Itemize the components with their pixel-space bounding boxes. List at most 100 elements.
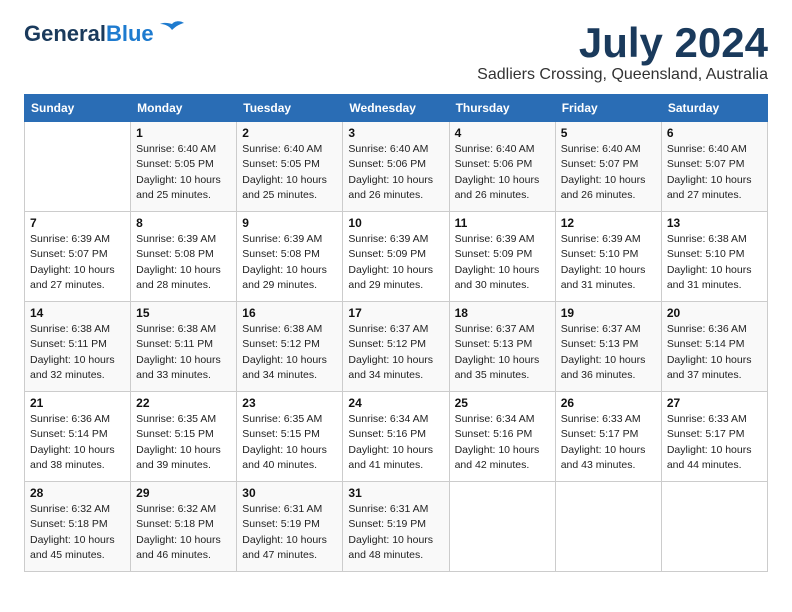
day-info: Sunrise: 6:38 AM Sunset: 5:12 PM Dayligh… <box>242 322 337 383</box>
weekday-header-sunday: Sunday <box>25 95 131 122</box>
weekday-header-thursday: Thursday <box>449 95 555 122</box>
calendar-cell: 19 Sunrise: 6:37 AM Sunset: 5:13 PM Dayli… <box>555 302 661 392</box>
calendar-cell: 24 Sunrise: 6:34 AM Sunset: 5:16 PM Dayli… <box>343 392 449 482</box>
day-number: 21 <box>30 396 125 410</box>
day-info: Sunrise: 6:38 AM Sunset: 5:11 PM Dayligh… <box>136 322 231 383</box>
calendar-cell: 28 Sunrise: 6:32 AM Sunset: 5:18 PM Dayli… <box>25 482 131 572</box>
day-info: Sunrise: 6:35 AM Sunset: 5:15 PM Dayligh… <box>242 412 337 473</box>
day-info: Sunrise: 6:40 AM Sunset: 5:07 PM Dayligh… <box>667 142 762 203</box>
calendar-cell: 10Sunrise: 6:39 AM Sunset: 5:09 PM Dayli… <box>343 212 449 302</box>
month-title: July 2024 <box>477 20 768 66</box>
calendar-cell: 27 Sunrise: 6:33 AM Sunset: 5:17 PM Dayli… <box>661 392 767 482</box>
weekday-header-monday: Monday <box>131 95 237 122</box>
day-info: Sunrise: 6:35 AM Sunset: 5:15 PM Dayligh… <box>136 412 231 473</box>
day-number: 13 <box>667 216 762 230</box>
weekday-header-wednesday: Wednesday <box>343 95 449 122</box>
day-info: Sunrise: 6:37 AM Sunset: 5:13 PM Dayligh… <box>455 322 550 383</box>
page-header: GeneralBlue July 2024 Sadliers Crossing,… <box>24 20 768 84</box>
calendar-cell: 14Sunrise: 6:38 AM Sunset: 5:11 PM Dayli… <box>25 302 131 392</box>
calendar-week-row: 1Sunrise: 6:40 AM Sunset: 5:05 PM Daylig… <box>25 122 768 212</box>
day-info: Sunrise: 6:40 AM Sunset: 5:07 PM Dayligh… <box>561 142 656 203</box>
weekday-header-row: SundayMondayTuesdayWednesdayThursdayFrid… <box>25 95 768 122</box>
day-info: Sunrise: 6:37 AM Sunset: 5:13 PM Dayligh… <box>561 322 656 383</box>
weekday-header-friday: Friday <box>555 95 661 122</box>
logo-bird-icon <box>158 20 186 48</box>
day-number: 25 <box>455 396 550 410</box>
day-info: Sunrise: 6:39 AM Sunset: 5:08 PM Dayligh… <box>136 232 231 293</box>
day-number: 30 <box>242 486 337 500</box>
calendar-cell: 13 Sunrise: 6:38 AM Sunset: 5:10 PM Dayli… <box>661 212 767 302</box>
calendar-cell: 23 Sunrise: 6:35 AM Sunset: 5:15 PM Dayli… <box>237 392 343 482</box>
calendar-cell: 21Sunrise: 6:36 AM Sunset: 5:14 PM Dayli… <box>25 392 131 482</box>
day-number: 24 <box>348 396 443 410</box>
calendar-cell: 26 Sunrise: 6:33 AM Sunset: 5:17 PM Dayli… <box>555 392 661 482</box>
day-number: 2 <box>242 126 337 140</box>
day-info: Sunrise: 6:36 AM Sunset: 5:14 PM Dayligh… <box>667 322 762 383</box>
day-info: Sunrise: 6:33 AM Sunset: 5:17 PM Dayligh… <box>561 412 656 473</box>
day-info: Sunrise: 6:40 AM Sunset: 5:06 PM Dayligh… <box>455 142 550 203</box>
calendar-week-row: 7 Sunrise: 6:39 AM Sunset: 5:07 PM Daylig… <box>25 212 768 302</box>
day-number: 11 <box>455 216 550 230</box>
day-number: 19 <box>561 306 656 320</box>
calendar-week-row: 21Sunrise: 6:36 AM Sunset: 5:14 PM Dayli… <box>25 392 768 482</box>
calendar-cell: 3 Sunrise: 6:40 AM Sunset: 5:06 PM Daylig… <box>343 122 449 212</box>
calendar-cell: 11 Sunrise: 6:39 AM Sunset: 5:09 PM Dayli… <box>449 212 555 302</box>
day-info: Sunrise: 6:38 AM Sunset: 5:10 PM Dayligh… <box>667 232 762 293</box>
calendar-week-row: 28 Sunrise: 6:32 AM Sunset: 5:18 PM Dayli… <box>25 482 768 572</box>
day-number: 9 <box>242 216 337 230</box>
day-number: 31 <box>348 486 443 500</box>
calendar-cell: 30 Sunrise: 6:31 AM Sunset: 5:19 PM Dayli… <box>237 482 343 572</box>
day-number: 27 <box>667 396 762 410</box>
day-info: Sunrise: 6:40 AM Sunset: 5:06 PM Dayligh… <box>348 142 443 203</box>
calendar-cell: 1Sunrise: 6:40 AM Sunset: 5:05 PM Daylig… <box>131 122 237 212</box>
day-number: 12 <box>561 216 656 230</box>
day-number: 26 <box>561 396 656 410</box>
calendar-cell: 2 Sunrise: 6:40 AM Sunset: 5:05 PM Daylig… <box>237 122 343 212</box>
location-title: Sadliers Crossing, Queensland, Australia <box>477 66 768 84</box>
day-info: Sunrise: 6:32 AM Sunset: 5:18 PM Dayligh… <box>136 502 231 563</box>
day-info: Sunrise: 6:32 AM Sunset: 5:18 PM Dayligh… <box>30 502 125 563</box>
day-number: 16 <box>242 306 337 320</box>
day-info: Sunrise: 6:40 AM Sunset: 5:05 PM Dayligh… <box>242 142 337 203</box>
calendar-cell: 15Sunrise: 6:38 AM Sunset: 5:11 PM Dayli… <box>131 302 237 392</box>
day-info: Sunrise: 6:34 AM Sunset: 5:16 PM Dayligh… <box>348 412 443 473</box>
calendar-cell: 16 Sunrise: 6:38 AM Sunset: 5:12 PM Dayli… <box>237 302 343 392</box>
day-info: Sunrise: 6:31 AM Sunset: 5:19 PM Dayligh… <box>348 502 443 563</box>
logo: GeneralBlue <box>24 20 186 48</box>
day-number: 18 <box>455 306 550 320</box>
calendar-cell: 22 Sunrise: 6:35 AM Sunset: 5:15 PM Dayli… <box>131 392 237 482</box>
day-number: 6 <box>667 126 762 140</box>
day-info: Sunrise: 6:31 AM Sunset: 5:19 PM Dayligh… <box>242 502 337 563</box>
weekday-header-tuesday: Tuesday <box>237 95 343 122</box>
day-info: Sunrise: 6:38 AM Sunset: 5:11 PM Dayligh… <box>30 322 125 383</box>
calendar-week-row: 14Sunrise: 6:38 AM Sunset: 5:11 PM Dayli… <box>25 302 768 392</box>
title-block: July 2024 Sadliers Crossing, Queensland,… <box>477 20 768 84</box>
day-info: Sunrise: 6:39 AM Sunset: 5:10 PM Dayligh… <box>561 232 656 293</box>
day-info: Sunrise: 6:39 AM Sunset: 5:07 PM Dayligh… <box>30 232 125 293</box>
calendar-table: SundayMondayTuesdayWednesdayThursdayFrid… <box>24 94 768 572</box>
day-number: 3 <box>348 126 443 140</box>
day-number: 8 <box>136 216 231 230</box>
day-number: 20 <box>667 306 762 320</box>
day-number: 10 <box>348 216 443 230</box>
day-info: Sunrise: 6:33 AM Sunset: 5:17 PM Dayligh… <box>667 412 762 473</box>
day-number: 23 <box>242 396 337 410</box>
calendar-cell <box>25 122 131 212</box>
calendar-cell: 6 Sunrise: 6:40 AM Sunset: 5:07 PM Daylig… <box>661 122 767 212</box>
day-info: Sunrise: 6:34 AM Sunset: 5:16 PM Dayligh… <box>455 412 550 473</box>
weekday-header-saturday: Saturday <box>661 95 767 122</box>
day-number: 29 <box>136 486 231 500</box>
calendar-cell <box>555 482 661 572</box>
day-number: 4 <box>455 126 550 140</box>
day-number: 22 <box>136 396 231 410</box>
day-info: Sunrise: 6:39 AM Sunset: 5:09 PM Dayligh… <box>455 232 550 293</box>
calendar-cell: 20 Sunrise: 6:36 AM Sunset: 5:14 PM Dayli… <box>661 302 767 392</box>
calendar-cell: 31 Sunrise: 6:31 AM Sunset: 5:19 PM Dayli… <box>343 482 449 572</box>
calendar-cell: 25 Sunrise: 6:34 AM Sunset: 5:16 PM Dayli… <box>449 392 555 482</box>
calendar-cell <box>449 482 555 572</box>
day-info: Sunrise: 6:37 AM Sunset: 5:12 PM Dayligh… <box>348 322 443 383</box>
day-number: 7 <box>30 216 125 230</box>
calendar-cell: 5Sunrise: 6:40 AM Sunset: 5:07 PM Daylig… <box>555 122 661 212</box>
day-number: 17 <box>348 306 443 320</box>
day-number: 28 <box>30 486 125 500</box>
